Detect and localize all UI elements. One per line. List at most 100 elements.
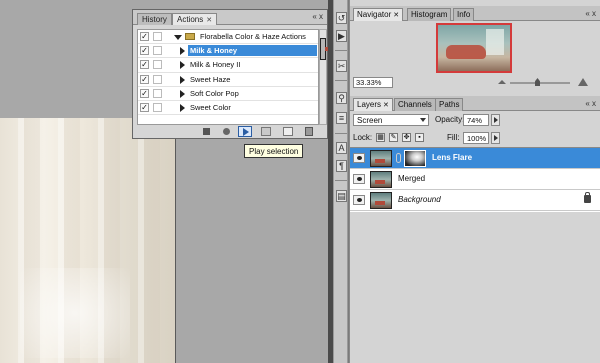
zoom-slider-handle[interactable] (535, 78, 540, 86)
dialog-toggle[interactable] (153, 74, 162, 84)
panel-menu[interactable]: « x (585, 9, 596, 18)
lock-transparency-icon[interactable]: ▦ (376, 133, 385, 142)
link-icon[interactable] (396, 153, 401, 163)
zoom-field[interactable]: 33.33% (353, 77, 393, 88)
action-set-row[interactable]: ✓ Florabella Color & Haze Actions (138, 30, 318, 45)
tab-navigator[interactable]: Navigator ✕ (353, 8, 404, 21)
dialog-toggle[interactable] (153, 32, 162, 41)
fill-slider-button[interactable] (491, 132, 500, 144)
trash-icon[interactable] (305, 127, 313, 136)
fill-label: Fill: (447, 133, 460, 142)
layer-thumbnail[interactable] (370, 150, 392, 167)
tooltip: Play selection (244, 144, 304, 158)
layer-name: Background (398, 195, 441, 204)
dialog-toggle[interactable] (153, 102, 162, 112)
eye-icon[interactable] (353, 174, 365, 184)
tab-channels[interactable]: Channels (394, 98, 436, 111)
zoom-in-icon[interactable] (578, 78, 588, 86)
panel-menu[interactable]: « x (585, 99, 596, 108)
toggle-checkbox[interactable]: ✓ (140, 74, 149, 84)
pilcrow-icon[interactable]: ¶ (336, 160, 347, 172)
close-icon[interactable]: ✕ (393, 12, 399, 19)
layer-comps-icon[interactable]: ▤ (336, 190, 347, 202)
layer-thumbnail[interactable] (370, 192, 392, 209)
tab-paths-label: Paths (439, 100, 460, 109)
zoom-slider[interactable] (510, 82, 570, 84)
dialog-toggle[interactable] (153, 88, 162, 98)
lock-position-icon[interactable]: ✥ (402, 133, 411, 142)
tools-icon[interactable]: ✂ (336, 60, 347, 72)
dock-separator (335, 80, 347, 81)
tab-actions-label: Actions (177, 15, 204, 24)
blend-mode-select[interactable]: Screen (353, 114, 429, 126)
dock-separator (335, 133, 347, 134)
opacity-field[interactable]: 74% (463, 114, 489, 126)
toggle-checkbox[interactable]: ✓ (140, 60, 149, 70)
actions-scrollbar[interactable] (319, 29, 335, 125)
tab-history[interactable]: History (137, 13, 172, 25)
collapse-triangle-icon[interactable] (180, 89, 185, 98)
tab-info[interactable]: Info (453, 8, 475, 21)
layers-tabbar: Layers ✕ Channels Paths « x (350, 96, 600, 111)
toggle-checkbox[interactable]: ✓ (140, 102, 149, 112)
paragraph-icon[interactable]: ≡ (336, 112, 347, 124)
tab-paths[interactable]: Paths (435, 98, 464, 111)
mask-thumbnail[interactable] (404, 150, 426, 167)
dialog-toggle[interactable] (153, 60, 162, 70)
eye-icon[interactable] (353, 153, 365, 163)
layer-row[interactable]: Merged (350, 169, 600, 190)
folder-icon[interactable] (261, 127, 271, 136)
actions-panel-tabbar: History Actions ✕ « x (133, 10, 327, 25)
toggle-checkbox[interactable]: ✓ (140, 46, 149, 56)
tab-histogram[interactable]: Histogram (407, 8, 452, 21)
canvas-edge (175, 118, 176, 363)
navigator-preview[interactable] (436, 23, 512, 73)
blend-row: Screen Opacity: 74% (353, 114, 598, 128)
lock-all-icon[interactable]: ▪ (415, 133, 424, 142)
tab-layers[interactable]: Layers ✕ (353, 98, 393, 111)
layer-thumbnail[interactable] (370, 171, 392, 188)
chevron-down-icon (420, 118, 426, 122)
record-icon[interactable] (223, 128, 230, 135)
right-panels: Navigator ✕ Histogram Info « x 33.33% Lay… (349, 0, 600, 363)
play-icon[interactable] (238, 126, 252, 137)
action-row[interactable]: ✓ Milk & Honey II (138, 58, 318, 73)
lock-icon (584, 192, 591, 203)
layer-row[interactable]: Lens Flare (350, 148, 600, 169)
layer-row[interactable]: Background (350, 190, 600, 211)
stop-icon[interactable] (203, 128, 210, 135)
dialog-toggle[interactable] (153, 46, 162, 56)
collapse-triangle-icon[interactable] (180, 61, 185, 70)
actions-play-icon[interactable]: ▶ (336, 30, 347, 42)
toggle-checkbox[interactable]: ✓ (140, 88, 149, 98)
document-canvas[interactable] (0, 118, 175, 363)
character-icon[interactable]: A (336, 142, 347, 154)
panel-controls[interactable]: « x (312, 12, 323, 21)
layer-style-icon[interactable]: ⚲ (336, 92, 347, 104)
history-brush-icon[interactable]: ↺ (336, 12, 347, 24)
tab-navigator-label: Navigator (357, 10, 392, 19)
expand-triangle-icon[interactable] (174, 35, 182, 40)
action-row[interactable]: ✓ Soft Color Pop (138, 87, 318, 101)
fill-field[interactable]: 100% (463, 132, 489, 144)
eye-icon[interactable] (353, 195, 365, 205)
collapse-triangle-icon[interactable] (180, 75, 185, 84)
actions-bottom-toolbar (133, 125, 327, 138)
toggle-checkbox[interactable]: ✓ (140, 32, 149, 41)
new-action-icon[interactable] (283, 127, 293, 136)
collapse-triangle-icon[interactable] (180, 103, 185, 112)
tab-channels-label: Channels (398, 100, 432, 109)
action-row[interactable]: ✓ Milk & Honey (138, 44, 318, 59)
scrollbar-thumb[interactable] (320, 38, 335, 60)
close-icon[interactable]: ✕ (383, 102, 389, 109)
opacity-slider-button[interactable] (491, 114, 500, 126)
lock-pixels-icon[interactable]: ✎ (389, 133, 398, 142)
action-row[interactable]: ✓ Sweet Color (138, 101, 318, 116)
collapse-triangle-icon[interactable] (180, 47, 185, 56)
tab-actions[interactable]: Actions ✕ (172, 13, 218, 25)
action-row[interactable]: ✓ Sweet Haze (138, 73, 318, 87)
close-icon[interactable]: ✕ (206, 17, 212, 24)
layer-name: Merged (398, 174, 426, 183)
zoom-out-icon[interactable] (498, 79, 506, 85)
layers-empty-area[interactable] (350, 212, 600, 363)
